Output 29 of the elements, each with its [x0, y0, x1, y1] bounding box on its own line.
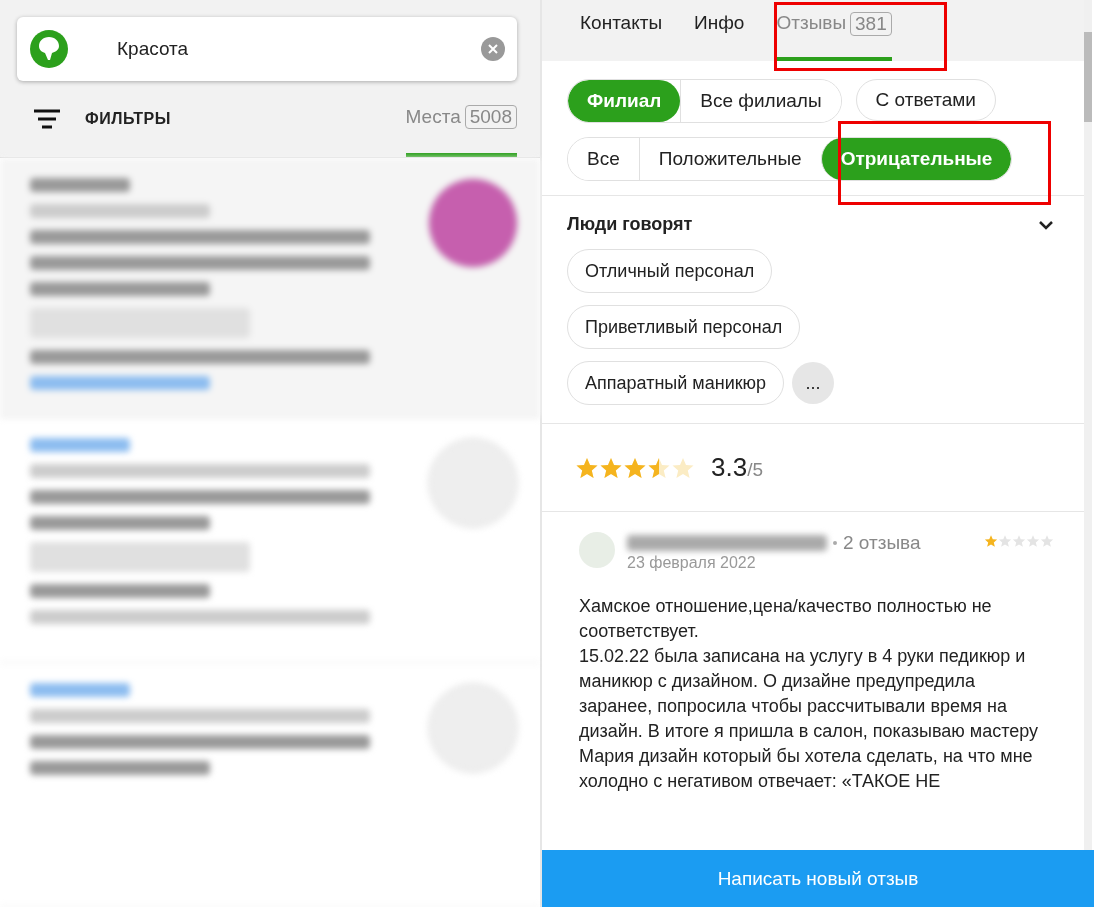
separator-dot-icon — [833, 541, 837, 545]
avatar-icon — [579, 532, 615, 568]
search-field[interactable]: Красота — [17, 17, 517, 81]
star-icon — [998, 534, 1012, 548]
tag-chip[interactable]: Отличный персонал — [567, 249, 773, 293]
tag-chip[interactable]: Аппаратный маникюр — [567, 361, 785, 405]
filters-label[interactable]: ФИЛЬТРЫ — [85, 110, 171, 128]
filter-icon[interactable] — [33, 108, 61, 130]
tab[interactable]: Контакты — [580, 0, 663, 61]
star-icon — [984, 534, 998, 548]
review-text: Хамское отношение,цена/качество полностью не соответствует. — [579, 595, 993, 643]
pin-logo-icon — [29, 29, 69, 69]
rating-value: 3.3/5 — [711, 452, 763, 483]
review-count[interactable]: 2 отзыва — [843, 532, 921, 554]
filter-toggle[interactable]: С ответами — [855, 79, 996, 121]
clear-icon[interactable] — [481, 37, 505, 61]
search-text: Красота — [117, 38, 190, 60]
more-button[interactable]: ... — [792, 362, 835, 404]
chevron-icon[interactable] — [1038, 219, 1054, 230]
review-date: 23 февраля 2022 — [627, 554, 757, 572]
star-icon — [1040, 534, 1054, 548]
star-icon — [1026, 534, 1040, 548]
star-icon — [1012, 534, 1026, 548]
tab[interactable]: Инфо — [694, 0, 745, 61]
scrollbar-thumb[interactable] — [1084, 32, 1092, 122]
review-text: 15.02.22 была записана на услугу в 4 руки педикюр и маникюр с дизайном. О дизайне предупредила заранее, попросила чтобы рассчитывали время на дизайн. В итоге я пришла в салон, показываю мастеру Мария дизайн который бы хотела сделать, на что мне холодно с негативом отвечает: «ТАКОЕ НЕ — [579, 645, 1039, 793]
tag-chip[interactable]: Приветливый персонал — [567, 305, 801, 349]
section-title: Люди говорят — [567, 214, 693, 235]
filter-toggle[interactable]: Все филиалы — [680, 80, 841, 122]
